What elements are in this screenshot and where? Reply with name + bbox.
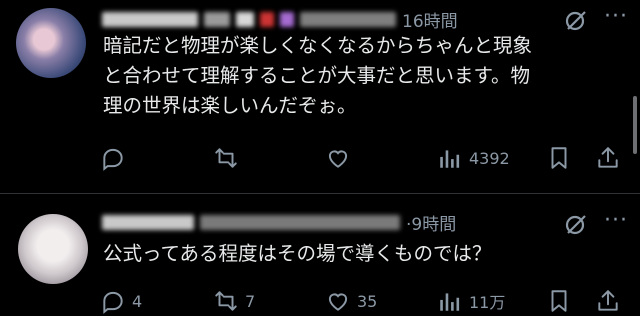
avatar[interactable] [16, 8, 86, 78]
repost-button[interactable]: 7 [213, 286, 255, 316]
like-button[interactable] [325, 143, 357, 173]
views-count: 4392 [469, 148, 510, 168]
handle-blurred [300, 11, 396, 27]
like-button[interactable]: 35 [325, 286, 377, 316]
reply-icon [103, 291, 123, 314]
share-button[interactable] [595, 286, 621, 316]
reply-count: 4 [132, 291, 143, 311]
reply-button[interactable]: 4 [100, 286, 142, 316]
bookmark-button[interactable] [546, 143, 572, 173]
reply-button[interactable] [100, 143, 132, 173]
reply-icon [103, 148, 123, 171]
scrollbar[interactable] [633, 96, 637, 154]
post[interactable]: ·9時間 ··· 公式ってある程度はその場で導くものでは？ 4 7 35 11万 [0, 194, 640, 316]
views-icon [440, 150, 460, 168]
display-name-blurred[interactable] [102, 11, 198, 27]
post-header: 16時間 [102, 7, 458, 32]
views-button[interactable]: 11万 [437, 286, 505, 316]
emoji-blurred [260, 11, 274, 27]
bookmark-icon [551, 290, 567, 312]
post-header: ·9時間 [102, 210, 456, 235]
action-bar: 4 7 35 11万 [100, 286, 620, 316]
views-count: 11万 [469, 293, 506, 312]
grok-icon[interactable] [564, 8, 588, 32]
handle-blurred [204, 11, 230, 27]
like-count: 35 [357, 291, 378, 311]
emoji-blurred [280, 11, 294, 27]
action-bar: 4392 [100, 143, 620, 173]
post-text: 暗記だと物理が楽しくなくなるからちゃんと現象 と合わせて理解することが大事だと思… [103, 34, 533, 117]
repost-count: 7 [245, 291, 256, 311]
repost-button[interactable] [213, 143, 245, 173]
avatar[interactable] [18, 214, 88, 284]
post-text: 公式ってある程度はその場で導くものでは？ [103, 242, 492, 265]
like-icon [328, 150, 348, 168]
share-button[interactable] [595, 143, 621, 173]
share-icon [598, 290, 618, 311]
like-icon [328, 293, 348, 311]
more-icon[interactable]: ··· [602, 210, 630, 236]
repost-icon [215, 291, 237, 311]
repost-icon [215, 148, 237, 168]
more-icon[interactable]: ··· [602, 6, 630, 32]
grok-icon[interactable] [564, 212, 588, 236]
handle-blurred [200, 214, 400, 230]
bookmark-button[interactable] [546, 286, 572, 316]
post[interactable]: 16時間 ··· 暗記だと物理が楽しくなくなるからちゃんと現象 と合わせて理解す… [0, 0, 640, 193]
emoji-blurred [236, 11, 254, 27]
display-name-blurred[interactable] [102, 214, 194, 230]
views-icon [440, 293, 460, 311]
share-icon [598, 147, 618, 168]
post-timestamp[interactable]: ·9時間 [406, 210, 456, 235]
bookmark-icon [551, 147, 567, 169]
post-timestamp[interactable]: 16時間 [402, 7, 458, 32]
views-button[interactable]: 4392 [437, 143, 510, 173]
